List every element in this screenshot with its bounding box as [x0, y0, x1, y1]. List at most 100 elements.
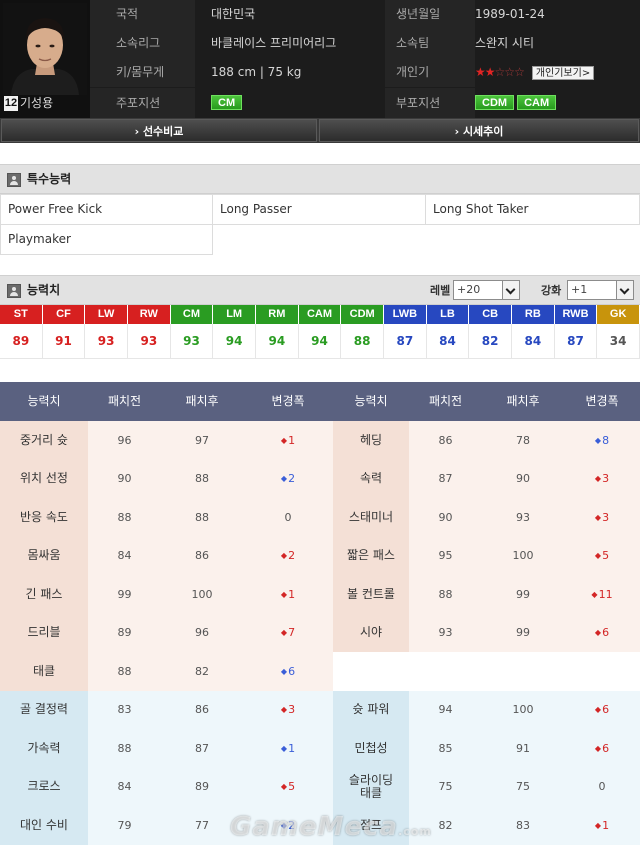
skill-moves: ★★☆☆☆ 개인기보기>	[475, 58, 640, 87]
stat-delta: ◆ 8	[564, 421, 640, 460]
stat-name: 슛 파워	[333, 690, 409, 729]
stat-delta: ◆ 1	[243, 421, 333, 460]
stat-row: 가속력 88 87 ◆ 1 민첩성 85 91 ◆ 6	[0, 729, 640, 768]
arrow-up-icon: ◆	[280, 435, 288, 445]
stat-before: 88	[88, 729, 161, 768]
arrow-up-icon: ◆	[280, 628, 288, 638]
stat-after: 99	[482, 575, 564, 614]
position-rating-cm: 93	[170, 324, 214, 359]
stat-after: 89	[161, 767, 243, 806]
stat-name: 중거리 슛	[0, 421, 88, 460]
stat-delta-value: 3	[288, 703, 296, 717]
stat-delta-value: 8	[602, 433, 610, 447]
stat-after: 99	[482, 613, 564, 652]
level-select-value: +20	[457, 283, 481, 296]
stats-header-cell: 패치후	[506, 394, 540, 408]
arrow-up-icon: ◆	[594, 743, 602, 753]
stat-before: 79	[88, 806, 161, 845]
stat-delta: ◆ 1	[564, 806, 640, 845]
stat-before: 89	[88, 613, 161, 652]
stat-before: 88	[88, 652, 161, 691]
stat-name: 긴 패스	[0, 575, 88, 614]
stat-delta-value: 6	[602, 626, 610, 640]
user-icon	[7, 284, 21, 298]
stat-row: 크로스 84 89 ◆ 5 슬라이딩 태클 75 75 0	[0, 767, 640, 806]
trait-item: Long Shot Taker	[425, 194, 640, 225]
stats-header-cell: 능력치	[27, 394, 61, 408]
position-rating-cb: 82	[469, 324, 512, 359]
player-compare-button[interactable]: › 선수비교	[1, 119, 317, 142]
arrow-up-icon: ◆	[280, 782, 288, 792]
stat-name: 골 결정력	[0, 690, 88, 729]
info-label: 부포지션	[385, 88, 475, 118]
star-empty-icon: ☆	[514, 65, 525, 79]
enhance-select[interactable]: +1	[567, 280, 634, 300]
position-rating-lw: 93	[85, 324, 128, 359]
stat-name: 짧은 패스	[333, 536, 409, 575]
stat-name: 속력	[333, 459, 409, 498]
info-label: 주포지션	[90, 88, 195, 118]
stat-delta-value: 1	[288, 433, 296, 447]
position-rating-lb: 84	[426, 324, 470, 359]
arrow-up-icon: ◆	[594, 551, 602, 561]
star-filled-icon: ★	[475, 65, 486, 79]
sub-position-badge: CDM	[475, 95, 515, 110]
stat-before: 90	[409, 498, 482, 537]
stat-after: 75	[482, 767, 564, 806]
info-label: 국적	[90, 0, 195, 29]
position-rating-cdm: 88	[341, 324, 384, 359]
position-rating-lm: 94	[213, 324, 256, 359]
arrow-up-icon: ◆	[280, 589, 288, 599]
arrow-up-icon: ◆	[594, 628, 602, 638]
stat-before: 96	[88, 421, 161, 460]
stat-delta: ◆ 11	[564, 575, 640, 614]
position-rating-st: 89	[0, 324, 43, 359]
chevron-down-icon[interactable]	[616, 281, 633, 299]
stat-before: 93	[409, 613, 482, 652]
stat-name: 태클	[0, 652, 88, 691]
stat-before: 83	[88, 690, 161, 729]
main-positions: CM	[195, 88, 385, 118]
stat-after: 86	[161, 690, 243, 729]
info-row-body: 키/몸무게 188 cm | 75 kg 개인기 ★★☆☆☆ 개인기보기>	[90, 58, 640, 87]
main-position-badge: CM	[211, 95, 243, 110]
position-rating-cam: 94	[298, 324, 342, 359]
info-value: 1989-01-24	[475, 0, 640, 29]
stat-after: 88	[161, 498, 243, 537]
info-value: 대한민국	[195, 0, 385, 29]
stat-before: 87	[409, 459, 482, 498]
skill-view-button[interactable]: 개인기보기>	[531, 65, 595, 80]
position-rating-gk: 34	[597, 324, 640, 359]
stat-after: 83	[482, 806, 564, 845]
info-label: 키/몸무게	[90, 58, 195, 87]
stat-before: 85	[409, 729, 482, 768]
star-empty-icon: ☆	[504, 65, 515, 79]
position-code-cdm: CDM	[341, 305, 384, 324]
stat-name: 반응 속도	[0, 498, 88, 537]
level-select[interactable]: +20	[453, 280, 520, 300]
stat-delta: ◆ 1	[243, 575, 333, 614]
chevron-down-icon[interactable]	[502, 281, 519, 299]
stat-name: 드리블	[0, 613, 88, 652]
info-label: 개인기	[385, 58, 475, 87]
empty-cell	[409, 652, 482, 691]
stat-delta: ◆ 5	[564, 536, 640, 575]
stat-after: 97	[161, 421, 243, 460]
player-name-row: 12 기성용	[0, 92, 90, 116]
stat-before: 94	[409, 690, 482, 729]
stat-delta-value: 1	[602, 818, 610, 832]
stat-delta: ◆ 2	[243, 459, 333, 498]
player-card: 12 기성용 국적 대한민국 생년월일 1989-01-24 소속리그 바클레이…	[0, 0, 640, 118]
position-code-st: ST	[0, 305, 43, 324]
watermark-logo: GameMeca.com	[230, 812, 432, 842]
stat-delta: ◆ 6	[243, 652, 333, 691]
player-number-badge: 12	[4, 96, 18, 111]
price-trend-button[interactable]: › 시세추이	[319, 119, 639, 142]
stat-row: 반응 속도 88 88 0 스태미너 90 93 ◆ 3	[0, 498, 640, 537]
stat-name: 시야	[333, 613, 409, 652]
stat-delta: ◆ 5	[243, 767, 333, 806]
stat-before: 99	[88, 575, 161, 614]
position-rating-rwb: 87	[554, 324, 598, 359]
stat-delta-value: 0	[284, 510, 292, 524]
info-value: 188 cm | 75 kg	[195, 58, 385, 87]
